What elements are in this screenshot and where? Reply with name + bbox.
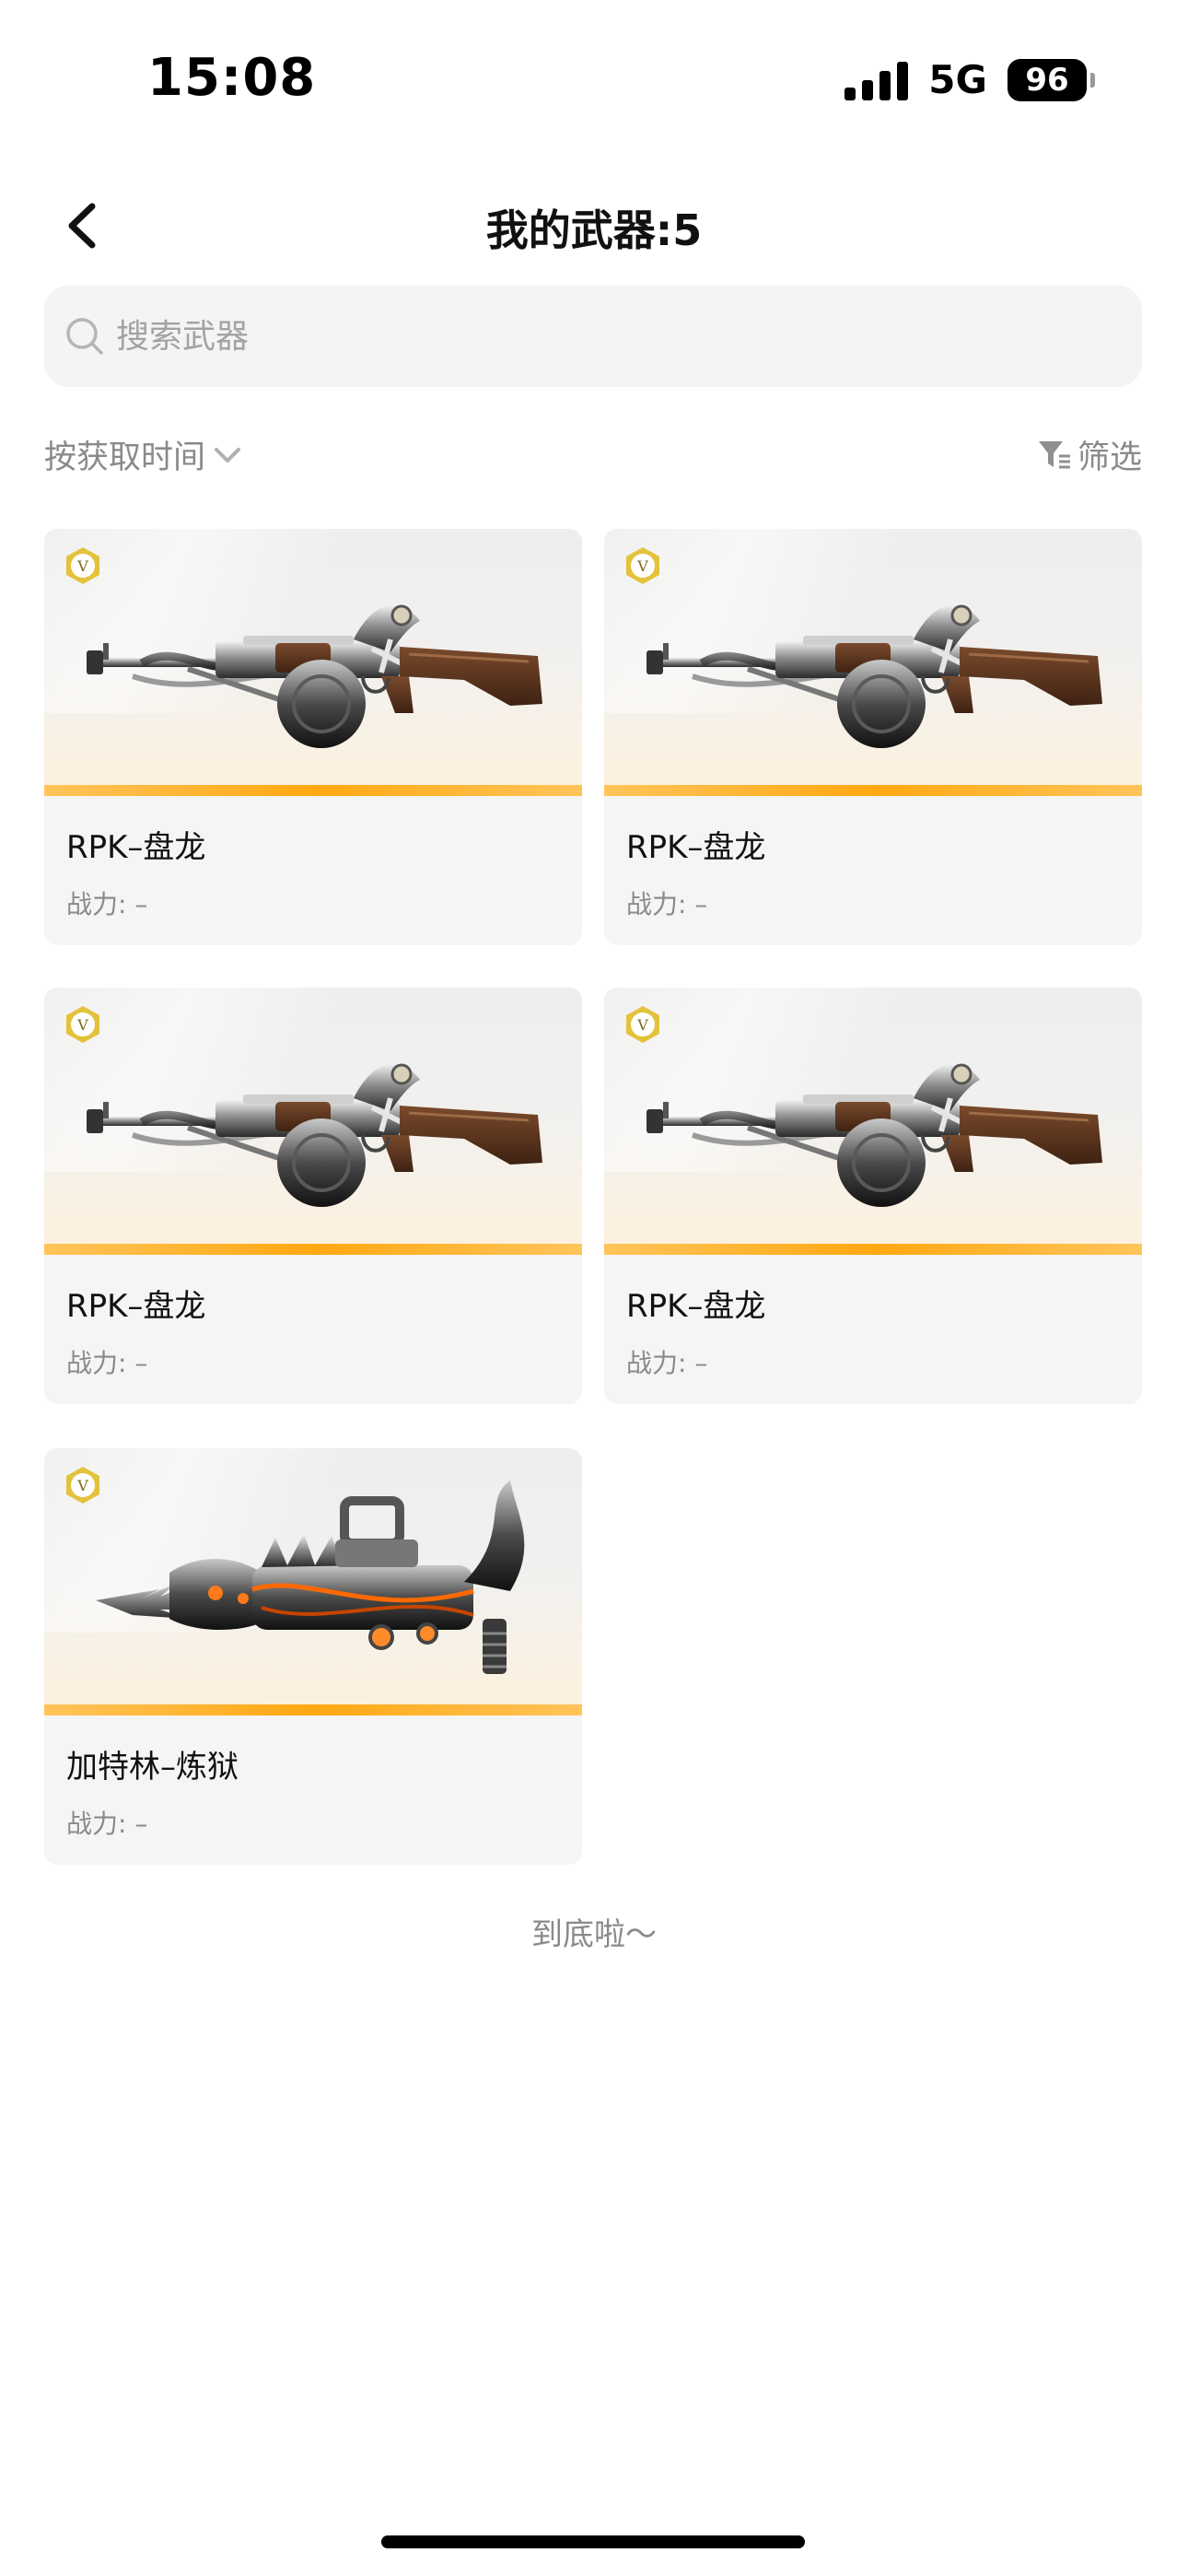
weapon-image-area: V (44, 988, 582, 1253)
weapon-card[interactable]: V RPK–盘龙 战力: – (604, 988, 1142, 1404)
weapon-name: 加特林–炼狱 (66, 1749, 239, 1786)
vip-badge-icon: V (66, 547, 99, 584)
home-indicator[interactable] (381, 2535, 805, 2548)
rarity-bar (44, 1244, 582, 1255)
rpk-rifle-image (77, 584, 556, 768)
svg-text:V: V (636, 1016, 648, 1034)
sort-dropdown[interactable]: 按获取时间 (44, 431, 244, 478)
weapon-power: 战力: – (66, 889, 148, 919)
weapon-card[interactable]: V 加特林–炼狱 战力: – (44, 1448, 582, 1865)
filter-icon (1038, 440, 1070, 468)
status-indicators: 5G 96 (844, 57, 1095, 102)
weapon-name: RPK–盘龙 (626, 829, 766, 866)
filter-button[interactable]: 筛选 (1035, 431, 1142, 478)
rarity-bar (44, 1704, 582, 1715)
weapon-power: 战力: – (626, 889, 708, 919)
search-input[interactable] (114, 316, 1085, 357)
svg-text:V: V (76, 1016, 88, 1034)
filter-label: 筛选 (1077, 439, 1142, 476)
cellular-signal-icon (844, 60, 909, 100)
rarity-bar (604, 785, 1142, 796)
end-of-list-text: 到底啦～ (531, 1916, 657, 1953)
rpk-rifle-image (637, 1043, 1116, 1227)
rarity-bar (44, 785, 582, 796)
chevron-down-icon (215, 447, 241, 463)
weapon-image-area: V (44, 1448, 582, 1714)
rpk-rifle-image (637, 584, 1116, 768)
page-title: 我的武器:5 (485, 205, 703, 255)
battery-icon: 96 (1007, 58, 1095, 101)
svg-text:V: V (76, 557, 88, 575)
weapon-image-area: V (44, 529, 582, 794)
weapon-image-area: V (604, 529, 1142, 794)
network-type-label: 5G (928, 57, 987, 102)
weapon-name: RPK–盘龙 (66, 829, 206, 866)
sort-label: 按获取时间 (44, 439, 206, 476)
vip-badge-icon: V (626, 1006, 659, 1043)
list-toolbar: 按获取时间 筛选 (44, 424, 1142, 488)
weapon-power: 战力: – (626, 1348, 708, 1378)
svg-text:V: V (636, 557, 648, 575)
weapon-card[interactable]: V RPK–盘龙 战力: – (44, 529, 582, 945)
weapon-power: 战力: – (66, 1809, 148, 1839)
status-time: 15:08 (147, 48, 317, 108)
search-icon (66, 318, 103, 355)
search-bar[interactable] (44, 286, 1142, 387)
weapon-power: 战力: – (66, 1348, 148, 1378)
vip-badge-icon: V (66, 1006, 99, 1043)
rarity-bar (604, 1244, 1142, 1255)
gatling-dragon-image (77, 1476, 556, 1688)
vip-badge-icon: V (626, 547, 659, 584)
weapon-card[interactable]: V RPK–盘龙 战力: – (44, 988, 582, 1404)
weapon-name: RPK–盘龙 (626, 1288, 766, 1325)
navigation-bar: 我的武器:5 (0, 175, 1188, 276)
battery-level: 96 (1025, 61, 1069, 99)
status-bar: 15:08 5G 96 (0, 0, 1188, 157)
weapon-name: RPK–盘龙 (66, 1288, 206, 1325)
weapon-card[interactable]: V RPK–盘龙 战力: – (604, 529, 1142, 945)
rpk-rifle-image (77, 1043, 556, 1227)
weapon-image-area: V (604, 988, 1142, 1253)
